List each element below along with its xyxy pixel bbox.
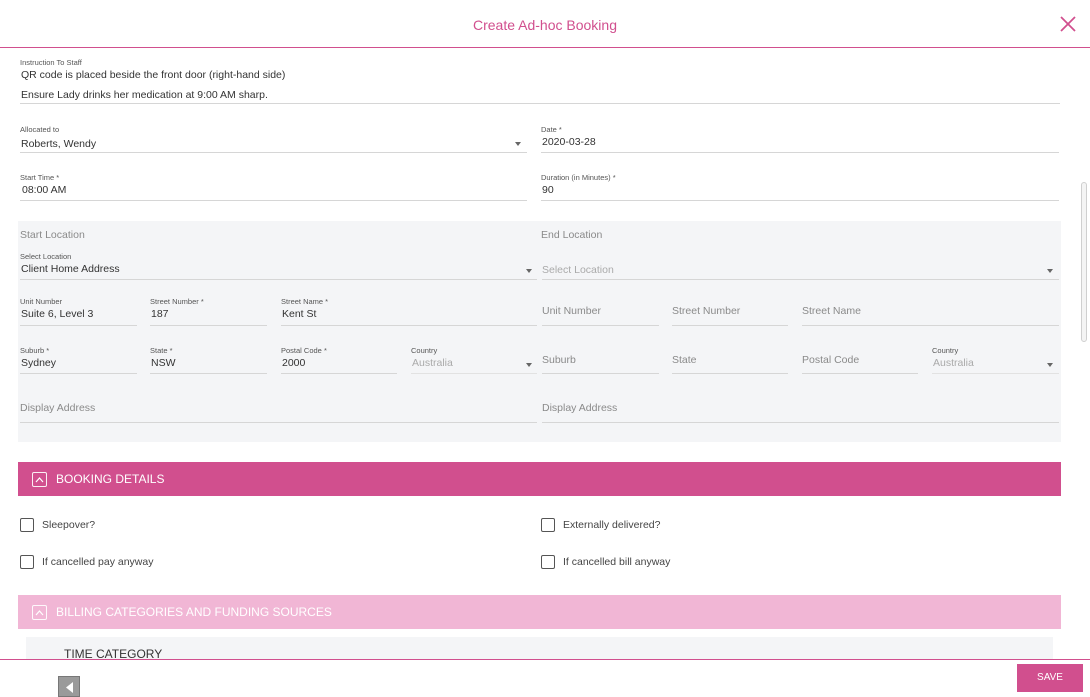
divider [20, 279, 537, 280]
instruction-line-2: Ensure Lady drinks her medication at 9:0… [21, 89, 268, 101]
divider [20, 422, 537, 423]
save-button[interactable]: SAVE [1017, 664, 1083, 692]
date-field[interactable]: Date * 2020-03-28 [541, 125, 1059, 149]
dialog-footer [0, 659, 1090, 697]
start-time-field[interactable]: Start Time * 08:00 AM [20, 173, 527, 197]
start-country-select[interactable]: Country Australia [411, 346, 537, 370]
end-street-number-field[interactable]: Street Number [672, 305, 788, 318]
divider [541, 200, 1059, 201]
instruction-line-1: QR code is placed beside the front door … [21, 69, 286, 81]
dialog-header: Create Ad-hoc Booking [0, 0, 1090, 48]
start-state-field[interactable]: State * NSW [150, 346, 267, 370]
end-country-select[interactable]: Country Australia [932, 346, 1059, 370]
checkbox-box[interactable] [20, 555, 34, 569]
checkbox-box[interactable] [20, 518, 34, 532]
end-location-select-placeholder: Select Location [542, 264, 614, 276]
collapse-button[interactable] [32, 605, 47, 620]
dialog-title: Create Ad-hoc Booking [473, 17, 617, 33]
divider [802, 325, 1059, 326]
start-location-select-value: Client Home Address [21, 263, 120, 275]
divider [20, 152, 527, 153]
cancel-pay-anyway-checkbox[interactable]: If cancelled pay anyway [20, 555, 153, 569]
allocated-to-select[interactable]: Allocated to Roberts, Wendy [20, 125, 527, 151]
end-display-address-field[interactable]: Display Address [542, 402, 1059, 415]
back-button[interactable] [58, 676, 80, 697]
divider [150, 373, 267, 374]
duration-label: Duration (in Minutes) * [541, 173, 616, 182]
start-location-select[interactable]: Select Location Client Home Address [20, 252, 537, 276]
divider [281, 373, 397, 374]
booking-details-title: BOOKING DETAILS [56, 472, 165, 486]
start-display-address-field[interactable]: Display Address [20, 402, 537, 415]
chevron-down-icon [1047, 269, 1053, 273]
vertical-scrollbar[interactable] [1081, 182, 1087, 342]
chevron-down-icon [515, 142, 521, 146]
end-street-name-field[interactable]: Street Name [802, 305, 1059, 318]
start-time-label: Start Time * [20, 173, 60, 182]
externally-delivered-checkbox[interactable]: Externally delivered? [541, 518, 660, 532]
allocated-to-label: Allocated to [20, 125, 60, 134]
checkbox-box[interactable] [541, 555, 555, 569]
divider [672, 325, 788, 326]
divider [542, 279, 1059, 280]
end-state-field[interactable]: State [672, 354, 788, 367]
billing-categories-header[interactable]: BILLING CATEGORIES AND FUNDING SOURCES [18, 595, 1061, 629]
divider [541, 152, 1059, 153]
allocated-to-value: Roberts, Wendy [21, 138, 97, 150]
divider [281, 325, 537, 326]
chevron-left-icon [66, 682, 73, 693]
divider [20, 103, 1060, 104]
divider [150, 325, 267, 326]
duration-value: 90 [542, 184, 554, 196]
collapse-button[interactable] [32, 472, 47, 487]
divider [20, 200, 527, 201]
divider [802, 373, 918, 374]
checkbox-box[interactable] [541, 518, 555, 532]
cancel-bill-anyway-checkbox[interactable]: If cancelled bill anyway [541, 555, 670, 569]
divider [542, 373, 659, 374]
chevron-up-icon [35, 610, 44, 616]
start-street-number-field[interactable]: Street Number * 187 [150, 297, 267, 321]
end-location-select[interactable]: Select Location [542, 264, 1059, 277]
divider [411, 373, 537, 374]
close-icon [1060, 16, 1076, 32]
duration-field[interactable]: Duration (in Minutes) * 90 [541, 173, 1059, 197]
start-location-select-label: Select Location [20, 252, 72, 261]
divider [542, 325, 659, 326]
start-time-value: 08:00 AM [22, 184, 67, 196]
start-suburb-field[interactable]: Suburb * Sydney [20, 346, 137, 370]
divider [672, 373, 788, 374]
date-value: 2020-03-28 [542, 136, 596, 148]
end-unit-number-field[interactable]: Unit Number [542, 305, 659, 318]
instruction-to-staff-field[interactable]: Instruction To Staff QR code is placed b… [20, 58, 1060, 102]
chevron-down-icon [1047, 363, 1053, 367]
sleepover-checkbox[interactable]: Sleepover? [20, 518, 95, 532]
divider [932, 373, 1059, 374]
divider [20, 325, 137, 326]
billing-categories-title: BILLING CATEGORIES AND FUNDING SOURCES [56, 605, 332, 619]
time-category-panel [26, 637, 1053, 659]
end-location-heading: End Location [541, 229, 603, 241]
start-street-name-field[interactable]: Street Name * Kent St [281, 297, 537, 321]
divider [20, 373, 137, 374]
chevron-down-icon [526, 363, 532, 367]
instruction-label: Instruction To Staff [20, 58, 82, 67]
start-unit-number-field[interactable]: Unit Number Suite 6, Level 3 [20, 297, 137, 321]
close-button[interactable] [1058, 14, 1078, 34]
booking-details-header[interactable]: BOOKING DETAILS [18, 462, 1061, 496]
date-label: Date * [541, 125, 562, 134]
chevron-up-icon [35, 477, 44, 483]
end-suburb-field[interactable]: Suburb [542, 354, 659, 367]
end-postal-code-field[interactable]: Postal Code [802, 354, 918, 367]
chevron-down-icon [526, 269, 532, 273]
divider [542, 422, 1059, 423]
start-postal-code-field[interactable]: Postal Code * 2000 [281, 346, 397, 370]
start-location-heading: Start Location [20, 229, 85, 241]
